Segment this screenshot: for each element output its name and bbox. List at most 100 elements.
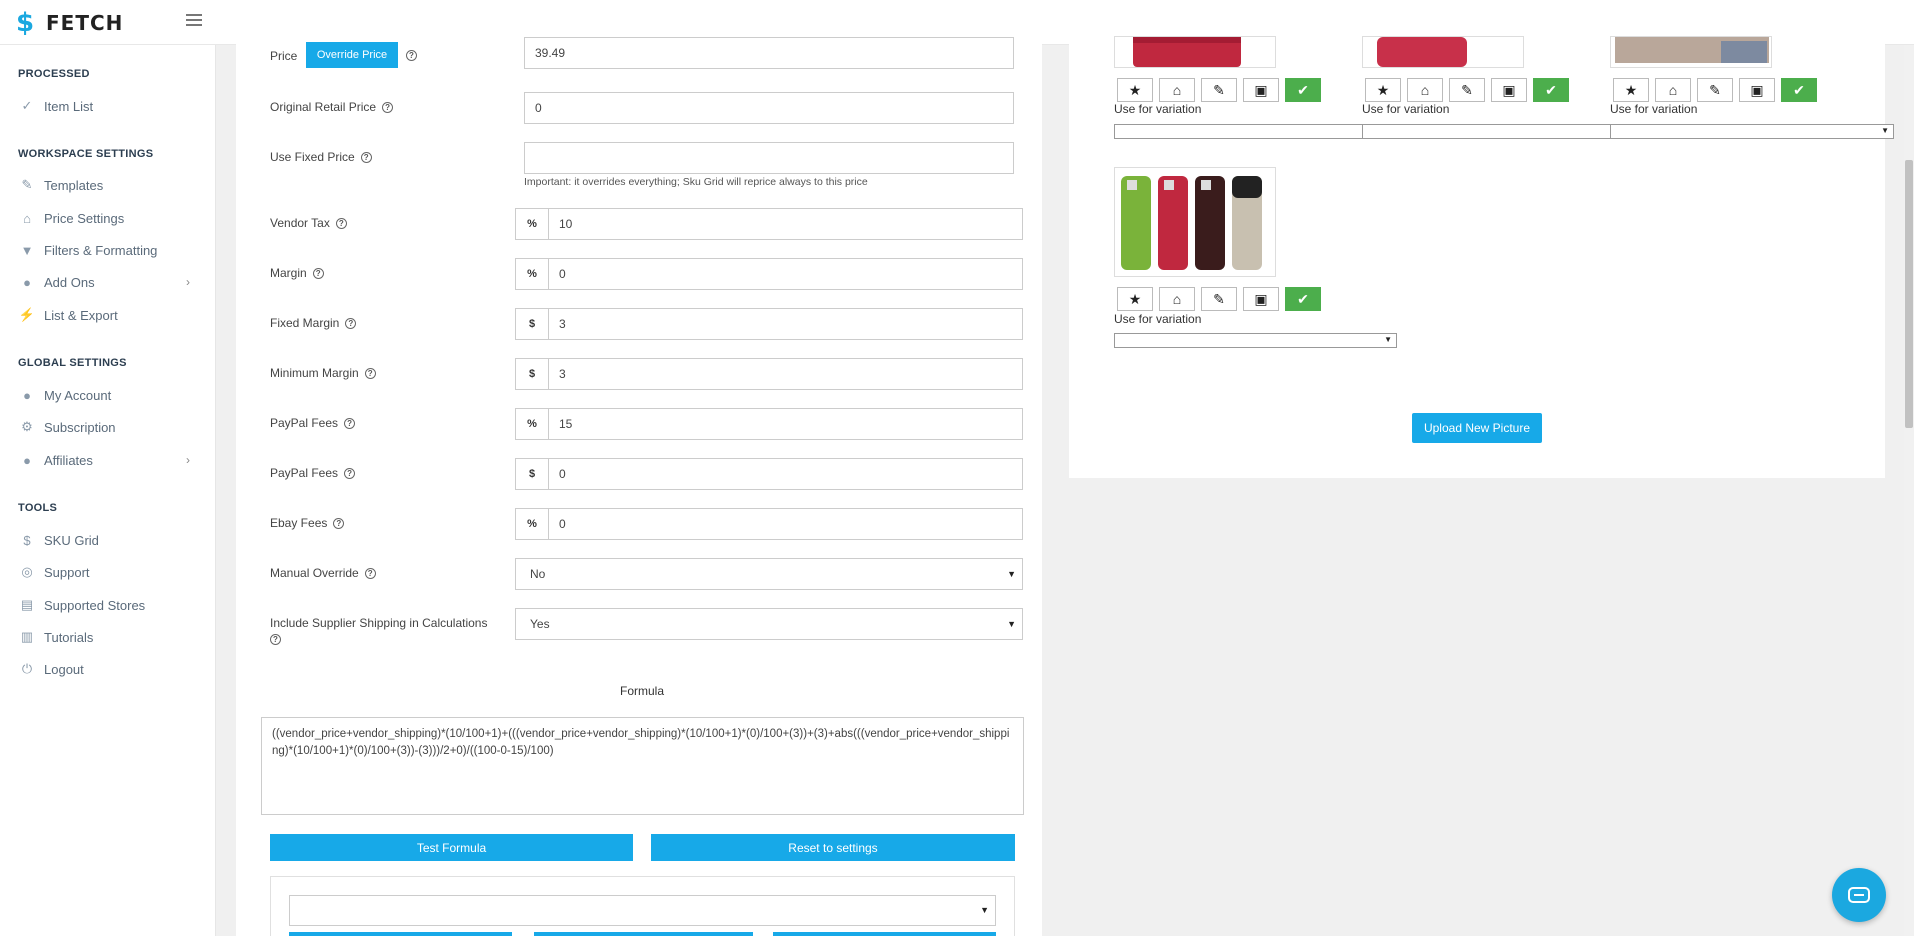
- test-store-select[interactable]: ▼: [289, 895, 996, 926]
- minimum-margin-input-group[interactable]: $3: [515, 358, 1023, 390]
- help-icon[interactable]: ?: [364, 367, 376, 379]
- ebay-fees-input[interactable]: 0: [549, 509, 566, 539]
- test-formula-button[interactable]: Test Formula: [270, 834, 633, 861]
- sidebar-item-support[interactable]: ◎ Support: [18, 561, 204, 583]
- help-icon[interactable]: ?: [333, 517, 345, 529]
- tag-icon[interactable]: ⌂: [1159, 78, 1195, 102]
- check-icon[interactable]: ✔: [1533, 78, 1569, 102]
- sidebar-item-supported-stores[interactable]: ▤ Supported Stores: [18, 594, 204, 616]
- star-icon[interactable]: ★: [1613, 78, 1649, 102]
- original-retail-input[interactable]: 0: [524, 92, 1014, 124]
- fixed-margin-input[interactable]: 3: [549, 309, 566, 339]
- product-image[interactable]: [1362, 36, 1524, 68]
- star-icon[interactable]: ★: [1117, 78, 1153, 102]
- product-image[interactable]: [1610, 36, 1772, 68]
- fixed-price-hint: Important: it overrides everything; Sku …: [524, 176, 868, 188]
- paypal-fees-pct-input[interactable]: 15: [549, 409, 572, 439]
- image-icon[interactable]: ▣: [1739, 78, 1775, 102]
- vendor-tax-input-group[interactable]: % 10: [515, 208, 1023, 240]
- caret-down-icon: ▼: [1007, 619, 1016, 629]
- pencil-icon[interactable]: ✎: [1449, 78, 1485, 102]
- sidebar-item-tutorials[interactable]: ▥ Tutorials: [18, 626, 204, 648]
- price-input[interactable]: 39.49: [524, 37, 1014, 69]
- paypal-fees-fixed-input-group[interactable]: $0: [515, 458, 1023, 490]
- help-icon[interactable]: ?: [270, 634, 281, 645]
- minimum-margin-input[interactable]: 3: [549, 359, 566, 389]
- variation-select[interactable]: ▼: [1114, 333, 1397, 348]
- image-icon[interactable]: ▣: [1491, 78, 1527, 102]
- margin-input[interactable]: 0: [549, 259, 566, 289]
- sidebar-item-affiliates[interactable]: ● Affiliates ›: [18, 449, 204, 471]
- formula-title: Formula: [620, 684, 665, 698]
- tab-strip[interactable]: [534, 932, 753, 936]
- help-icon[interactable]: ?: [406, 50, 417, 61]
- manual-override-select[interactable]: No ▼: [515, 558, 1023, 590]
- variation-select[interactable]: [1362, 124, 1611, 139]
- nav-section-global: GLOBAL SETTINGS: [18, 357, 127, 369]
- sidebar-item-item-list[interactable]: ✓ Item List: [18, 95, 204, 117]
- vendor-tax-input[interactable]: 10: [549, 209, 572, 239]
- product-image[interactable]: [1114, 167, 1276, 277]
- sidebar-item-my-account[interactable]: ● My Account: [18, 384, 204, 406]
- sidebar-item-list-export[interactable]: ⚡ List & Export: [18, 304, 204, 326]
- pencil-icon[interactable]: ✎: [1697, 78, 1733, 102]
- help-icon[interactable]: ?: [360, 151, 372, 163]
- chevron-right-icon: ›: [186, 453, 190, 467]
- star-icon[interactable]: ★: [1365, 78, 1401, 102]
- tab-strip[interactable]: [289, 932, 512, 936]
- variation-select[interactable]: ▼: [1610, 124, 1894, 139]
- sidebar-item-price-settings[interactable]: ⌂ Price Settings: [18, 207, 204, 229]
- sidebar-item-logout[interactable]: ⏻ Logout: [18, 658, 204, 680]
- use-for-variation-label: Use for variation: [1114, 312, 1202, 326]
- caret-down-icon: ▼: [1007, 569, 1016, 579]
- use-fixed-price-input[interactable]: [524, 142, 1014, 174]
- product-image[interactable]: [1114, 36, 1276, 68]
- star-icon[interactable]: ★: [1117, 287, 1153, 311]
- help-icon[interactable]: ?: [345, 317, 357, 329]
- help-icon[interactable]: ?: [364, 567, 376, 579]
- help-icon[interactable]: ?: [344, 467, 356, 479]
- margin-input-group[interactable]: % 0: [515, 258, 1023, 290]
- sidebar-item-add-ons[interactable]: ● Add Ons ›: [18, 271, 204, 293]
- help-icon[interactable]: ?: [335, 217, 347, 229]
- hamburger-menu-icon[interactable]: [186, 14, 202, 28]
- tag-icon[interactable]: ⌂: [1655, 78, 1691, 102]
- check-icon[interactable]: ✔: [1285, 287, 1321, 311]
- variation-select[interactable]: [1114, 124, 1363, 139]
- sidebar-item-sku-grid[interactable]: $ SKU Grid: [18, 529, 204, 551]
- caret-down-icon: ▼: [1881, 126, 1889, 135]
- override-price-button[interactable]: Override Price: [306, 42, 398, 68]
- formula-textarea[interactable]: ((vendor_price+vendor_shipping)*(10/100+…: [261, 717, 1024, 815]
- help-icon[interactable]: ?: [382, 101, 394, 113]
- check-icon[interactable]: ✔: [1285, 78, 1321, 102]
- sidebar-item-subscription[interactable]: ⚙ Subscription: [18, 416, 204, 438]
- help-icon[interactable]: ?: [312, 267, 324, 279]
- ebay-fees-input-group[interactable]: % 0: [515, 508, 1023, 540]
- paypal-fees-fixed-label-row: PayPal Fees?: [270, 466, 356, 480]
- chat-widget-button[interactable]: [1832, 868, 1886, 922]
- tag-icon[interactable]: ⌂: [1159, 287, 1195, 311]
- reset-to-settings-button[interactable]: Reset to settings: [651, 834, 1015, 861]
- help-icon[interactable]: ?: [344, 417, 356, 429]
- paypal-fees-pct-input-group[interactable]: % 15: [515, 408, 1023, 440]
- image-icon[interactable]: ▣: [1243, 287, 1279, 311]
- check-icon[interactable]: ✔: [1781, 78, 1817, 102]
- sidebar-item-filters[interactable]: ▼ Filters & Formatting: [18, 239, 204, 261]
- image-icon[interactable]: ▣: [1243, 78, 1279, 102]
- tab-strip[interactable]: [773, 932, 996, 936]
- include-shipping-select[interactable]: Yes ▼: [515, 608, 1023, 640]
- user-icon: ●: [23, 387, 31, 403]
- store-icon: ▤: [20, 597, 34, 612]
- pencil-icon[interactable]: ✎: [1201, 287, 1237, 311]
- logo[interactable]: $ FETCH: [16, 10, 123, 36]
- tag-icon[interactable]: ⌂: [1407, 78, 1443, 102]
- pencil-icon[interactable]: ✎: [1201, 78, 1237, 102]
- nav-section-tools: TOOLS: [18, 502, 58, 514]
- paypal-fees-fixed-input[interactable]: 0: [549, 459, 566, 489]
- original-retail-label-row: Original Retail Price?: [270, 100, 394, 114]
- scrollbar-thumb[interactable]: [1905, 160, 1913, 428]
- upload-new-picture-button[interactable]: Upload New Picture: [1412, 413, 1542, 443]
- sidebar-item-templates[interactable]: ✎ Templates: [18, 174, 204, 196]
- fixed-margin-input-group[interactable]: $3: [515, 308, 1023, 340]
- margin-label-row: Margin?: [270, 266, 324, 280]
